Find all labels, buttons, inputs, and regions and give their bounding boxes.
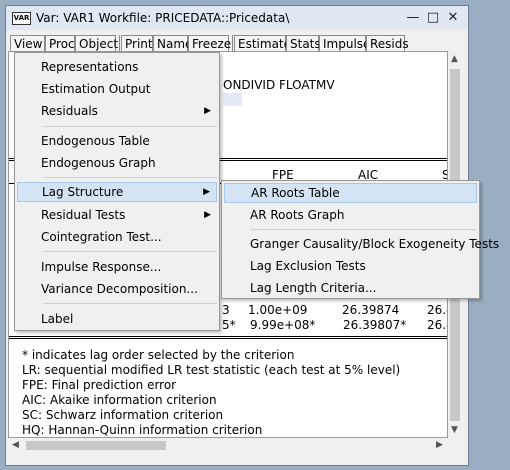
- menu-item-label: Cointegration Test...: [41, 230, 162, 244]
- menu-separator: [43, 251, 217, 252]
- menu-item-estimation-output[interactable]: Estimation Output: [17, 79, 217, 99]
- note-line: LR: sequential modified LR test statisti…: [22, 363, 401, 377]
- submenu-item-lag-length-criteria[interactable]: Lag Length Criteria...: [224, 278, 477, 298]
- note-line: AIC: Akaike information criterion: [22, 393, 217, 407]
- horizontal-scrollbar[interactable]: ◀ ▶: [8, 438, 448, 452]
- submenu-item-granger-causality[interactable]: Granger Causality/Block Exogeneity Tests: [224, 234, 499, 254]
- table-cell-aic: 26.39874: [342, 303, 400, 317]
- eviews-var-icon: VAR: [12, 12, 31, 25]
- scroll-down-arrow-icon[interactable]: ▼: [451, 425, 458, 435]
- horizontal-scroll-thumb[interactable]: [26, 441, 166, 450]
- menu-item-label: Representations: [41, 60, 139, 74]
- scroll-right-arrow-icon[interactable]: ▶: [436, 440, 443, 450]
- view-dropdown-menu: Representations Estimation Output Residu…: [14, 52, 220, 331]
- menu-item-label: Endogenous Graph: [41, 156, 156, 170]
- note-line: SC: Schwarz information criterion: [22, 408, 224, 422]
- lag-structure-submenu: AR Roots Table AR Roots Graph Granger Ca…: [221, 180, 499, 299]
- close-button[interactable]: ✕: [443, 9, 463, 27]
- menu-item-label: Endogenous Table: [41, 134, 150, 148]
- scroll-left-arrow-icon[interactable]: ◀: [12, 440, 19, 450]
- endogenous-variables: ONDIVID FLOATMV: [223, 78, 335, 92]
- menu-item-label: Residual Tests: [41, 208, 126, 222]
- table-cell-sc: 26.4: [427, 318, 447, 332]
- table-cell-lag: 3: [222, 303, 230, 317]
- menu-separator: [43, 126, 217, 127]
- menu-item-label: Residuals: [41, 104, 98, 118]
- table-cell-aic: 26.39807*: [343, 318, 407, 332]
- menu-item-label: Impulse Response...: [41, 260, 162, 274]
- submenu-item-ar-roots-graph[interactable]: AR Roots Graph: [224, 205, 477, 225]
- selection-highlight: [223, 93, 242, 106]
- window-title: Var: VAR1 Workfile: PRICEDATA::Pricedata…: [36, 11, 290, 25]
- submenu-item-label: AR Roots Table: [251, 186, 340, 200]
- menu-item-representations[interactable]: Representations: [17, 57, 217, 77]
- submenu-item-label: Lag Exclusion Tests: [250, 259, 366, 273]
- submenu-separator: [250, 229, 476, 230]
- note-line: FPE: Final prediction error: [22, 378, 177, 392]
- menu-item-residual-tests[interactable]: Residual Tests ▶: [17, 205, 217, 225]
- note-line: * indicates lag order selected by the cr…: [22, 348, 295, 362]
- menu-separator: [43, 303, 217, 304]
- submenu-item-label: Granger Causality/Block Exogeneity Tests: [250, 237, 500, 251]
- minimize-button[interactable]: —: [403, 9, 423, 27]
- submenu-arrow-icon: ▶: [204, 210, 211, 220]
- menu-item-lag-structure[interactable]: Lag Structure ▶: [17, 182, 217, 202]
- table-rule-bottom: [9, 336, 447, 337]
- table-cell-fpe: 9.99e+08*: [250, 318, 316, 332]
- submenu-arrow-icon: ▶: [204, 106, 211, 116]
- submenu-item-label: Lag Length Criteria...: [250, 281, 377, 295]
- maximize-button[interactable]: □: [423, 9, 443, 27]
- submenu-item-lag-exclusion-tests[interactable]: Lag Exclusion Tests: [224, 256, 477, 276]
- menu-item-impulse-response[interactable]: Impulse Response...: [17, 257, 217, 277]
- table-cell-sc: 26.4: [427, 303, 447, 317]
- menu-item-endogenous-graph[interactable]: Endogenous Graph: [17, 153, 217, 173]
- scroll-up-arrow-icon[interactable]: ▲: [451, 54, 458, 64]
- menu-item-label: Estimation Output: [41, 82, 151, 96]
- menu-item-residuals[interactable]: Residuals ▶: [17, 101, 217, 121]
- menu-item-variance-decomposition[interactable]: Variance Decomposition...: [17, 279, 217, 299]
- menu-separator: [43, 177, 217, 178]
- menu-item-cointegration-test[interactable]: Cointegration Test...: [17, 227, 217, 247]
- submenu-item-label: AR Roots Graph: [250, 208, 345, 222]
- menu-item-endogenous-table[interactable]: Endogenous Table: [17, 131, 217, 151]
- submenu-item-ar-roots-table[interactable]: AR Roots Table: [224, 183, 477, 203]
- table-cell-fpe: 1.00e+09: [248, 303, 308, 317]
- table-cell-lag: 5*: [222, 318, 236, 332]
- menu-item-label: Lag Structure: [42, 185, 124, 199]
- menu-item-label-view[interactable]: Label: [17, 309, 217, 329]
- note-line: HQ: Hannan-Quinn information criterion: [22, 423, 263, 437]
- title-bar[interactable]: VAR Var: VAR1 Workfile: PRICEDATA::Price…: [6, 6, 468, 30]
- menu-item-label: Label: [41, 312, 74, 326]
- menu-item-label: Variance Decomposition...: [41, 282, 198, 296]
- table-rule-bottom-double: [9, 338, 447, 339]
- submenu-arrow-icon: ▶: [203, 187, 210, 197]
